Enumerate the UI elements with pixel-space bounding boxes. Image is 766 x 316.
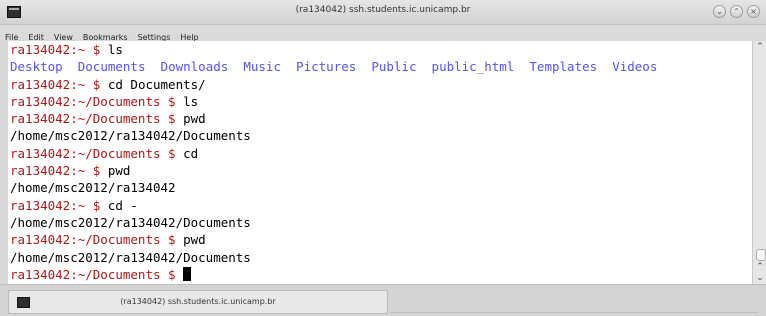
terminal-line: ra134042:~/Documents $ cd [8, 145, 752, 162]
terminal-line: /home/msc2012/ra134042/Documents [8, 214, 752, 231]
shell-prompt: ra134042:~ $ [10, 76, 108, 92]
shell-prompt: ra134042:~/Documents $ [10, 232, 184, 248]
shell-prompt: ra134042:~/Documents $ [10, 145, 184, 161]
terminal-output[interactable]: ra134042:~ $ ls Desktop Documents Downloa… [8, 41, 752, 284]
shell-command: cd [183, 145, 199, 161]
terminal-line: ra134042:~/Documents $ pwd [8, 110, 752, 127]
scrollbar-thumb[interactable] [756, 249, 766, 261]
terminal-line: /home/msc2012/ra134042/Documents [8, 249, 752, 266]
session-tab[interactable]: (ra134042) ssh.students.ic.unicamp.br [8, 290, 388, 314]
terminal-window: (ra134042) ssh.students.ic.unicamp.br ⌄ … [0, 0, 766, 316]
shell-prompt: ra134042:~/Documents $ [10, 266, 184, 282]
directory-entry: Pictures [296, 59, 357, 75]
title-bar[interactable]: (ra134042) ssh.students.ic.unicamp.br ⌄ … [0, 0, 766, 25]
tab-bar-empty-area [390, 290, 758, 313]
terminal-line: ra134042:~ $ pwd [8, 162, 752, 179]
scroll-down-icon[interactable]: ⌄ [753, 272, 766, 284]
shell-command: pwd [183, 232, 206, 248]
close-icon[interactable]: × [747, 5, 760, 18]
shell-prompt: ra134042:~ $ [10, 197, 108, 213]
maximize-icon[interactable]: ⌃ [730, 5, 743, 18]
shell-command: ls [107, 42, 123, 57]
vertical-scrollbar[interactable]: ⌃ ⌃ ⌄ [752, 41, 766, 284]
terminal-line: /home/msc2012/ra134042 [8, 179, 752, 196]
terminal-line: Desktop Documents Downloads Music Pictur… [8, 58, 752, 75]
shell-prompt: ra134042:~/Documents $ [10, 93, 184, 109]
terminal-line: ra134042:~/Documents $ ls [8, 93, 752, 110]
directory-entry: Music [243, 59, 281, 75]
shell-prompt: ra134042:~ $ [10, 42, 108, 57]
terminal-line: ra134042:~ $ ls [8, 41, 752, 58]
tab-bar: (ra134042) ssh.students.ic.unicamp.br [0, 284, 766, 316]
tab-label: (ra134042) ssh.students.ic.unicamp.br [120, 297, 276, 306]
shell-prompt: ra134042:~ $ [10, 163, 108, 179]
minimize-icon[interactable]: ⌄ [713, 5, 726, 18]
terminal-line: /home/msc2012/ra134042/Documents [8, 127, 752, 144]
shell-command: pwd [183, 111, 206, 127]
shell-command: cd - [107, 197, 138, 213]
directory-entry: Downloads [160, 59, 229, 75]
directory-entry: Documents [77, 59, 146, 75]
menu-bar: File Edit View Bookmarks Settings Help [0, 25, 766, 42]
directory-entry: public_html [431, 59, 515, 75]
shell-prompt: ra134042:~/Documents $ [10, 111, 184, 127]
terminal-line: ra134042:~ $ cd Documents/ [8, 76, 752, 93]
scroll-up-icon[interactable]: ⌃ [753, 41, 766, 53]
command-output: /home/msc2012/ra134042/Documents [10, 249, 251, 265]
directory-entry: Desktop [10, 59, 63, 75]
text-cursor [183, 266, 192, 281]
shell-command: pwd [107, 163, 131, 179]
command-output: /home/msc2012/ra134042/Documents [10, 128, 251, 144]
command-output: /home/msc2012/ra134042 [10, 180, 176, 196]
window-title: (ra134042) ssh.students.ic.unicamp.br [295, 5, 471, 15]
command-output: /home/msc2012/ra134042/Documents [10, 214, 251, 230]
terminal-line: ra134042:~/Documents $ [8, 266, 752, 283]
terminal-line: ra134042:~ $ cd - [8, 197, 752, 214]
directory-entry: Videos [612, 59, 658, 75]
directory-entry: Public [371, 59, 417, 75]
shell-command: ls [183, 93, 199, 109]
shell-command: cd Documents/ [107, 76, 206, 92]
directory-entry: Templates [529, 59, 598, 75]
terminal-line: ra134042:~/Documents $ pwd [8, 231, 752, 248]
